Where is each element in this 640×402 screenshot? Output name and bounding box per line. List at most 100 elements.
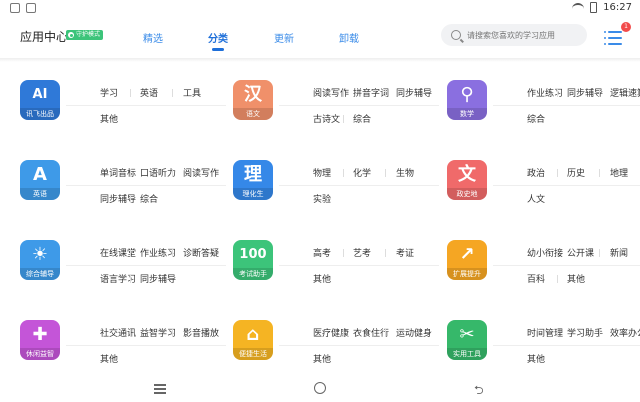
menu-line-icon — [154, 392, 166, 394]
tab-featured[interactable]: 精选 — [143, 30, 163, 45]
subcategory-link[interactable]: 地理 — [610, 166, 628, 179]
home-button[interactable] — [314, 382, 326, 394]
subcategory-link[interactable]: 其他 — [567, 272, 585, 285]
category-block: 文政史地 政治 历史 地理人文 — [447, 160, 640, 240]
list-menu-button[interactable]: 1 — [604, 22, 631, 46]
back-button[interactable]: ⮌ — [474, 381, 484, 402]
subcategory-row: 其他 — [279, 346, 439, 372]
category-glyph-icon: 100 — [239, 247, 267, 262]
subcategory-row: 百科 其他 — [493, 266, 640, 292]
subcategory-link[interactable]: 影音播放 — [183, 326, 219, 339]
subcategory-link[interactable]: 其他 — [313, 352, 331, 365]
search-box[interactable] — [441, 24, 587, 46]
subcategory-link[interactable]: 阅读写作 — [183, 166, 219, 179]
subcategory-divider — [385, 249, 386, 257]
category-label: 数学 — [447, 108, 487, 120]
category-icon[interactable]: 100 考试助手 — [233, 240, 273, 280]
subcategory-row: 人文 — [493, 186, 640, 212]
subcategory-row: 阅读写作 拼音字词 同步辅导 — [279, 80, 439, 106]
category-icon[interactable]: ✂ 实用工具 — [447, 320, 487, 360]
app-title: 应用中心 — [20, 30, 69, 44]
subcategory-link[interactable]: 政治 — [527, 166, 545, 179]
category-block: A 英语 单词音标 口语听力 阅读写作 同步辅导 综合 — [20, 160, 226, 240]
subcategory-link[interactable]: 其他 — [313, 272, 331, 285]
subcategory-link[interactable]: 考证 — [396, 246, 414, 259]
category-icon[interactable]: 汉语文 — [233, 80, 273, 120]
subcategory-link[interactable]: 运动健身 — [396, 326, 432, 339]
subcategory-link[interactable]: 新闻 — [610, 246, 628, 259]
subcategory-link[interactable]: 作业练习 — [140, 246, 176, 259]
subcategory-divider — [385, 329, 386, 337]
category-label: 扩展提升 — [447, 268, 487, 280]
subcategory-row: 其他 — [493, 346, 640, 372]
subcategory-list: 在线课堂 作业练习 诊断答疑 语言学习 同步辅导 — [66, 240, 226, 292]
search-input[interactable] — [467, 30, 587, 40]
category-icon[interactable]: ✚ 休闲益智 — [20, 320, 60, 360]
subcategory-link[interactable]: 生物 — [396, 166, 414, 179]
category-icon[interactable]: 文政史地 — [447, 160, 487, 200]
subcategory-link[interactable]: 英语 — [140, 86, 158, 99]
subcategory-link[interactable]: 学习助手 — [567, 326, 603, 339]
subcategory-row: 语言学习 同步辅导 — [66, 266, 226, 292]
category-icon[interactable]: ☀ 综合辅导 — [20, 240, 60, 280]
subcategory-link[interactable]: 其他 — [100, 352, 118, 365]
subcategory-link[interactable]: 效率办公 — [610, 326, 640, 339]
subcategory-divider — [557, 169, 558, 177]
subcategory-link[interactable]: 口语听力 — [140, 166, 176, 179]
category-icon[interactable]: AI 讯飞出品 — [20, 80, 60, 120]
category-block: ⚲ 数学作业练习同步辅导逻辑速算综合 — [447, 80, 640, 160]
subcategory-link[interactable]: 同步辅导 — [567, 86, 603, 99]
header-divider — [0, 58, 640, 62]
recent-apps-button[interactable] — [154, 383, 166, 394]
tab-updates[interactable]: 更新 — [274, 30, 294, 45]
subcategory-divider — [557, 89, 558, 97]
list-line-icon — [608, 43, 622, 45]
list-line-icon — [608, 31, 622, 33]
category-label: 实用工具 — [447, 348, 487, 360]
tab-categories[interactable]: 分类 — [208, 30, 228, 45]
subcategory-link[interactable]: 化学 — [353, 166, 371, 179]
subcategory-link[interactable]: 衣食住行 — [353, 326, 389, 339]
subcategory-link[interactable]: 逻辑速算 — [610, 86, 640, 99]
subcategory-link[interactable]: 其他 — [100, 112, 118, 125]
subcategory-link[interactable]: 古诗文 — [313, 112, 340, 125]
subcategory-link[interactable]: 综合 — [353, 112, 371, 125]
subcategory-row: 物理 化学 生物 — [279, 160, 439, 186]
subcategory-row: 其他 — [279, 266, 439, 292]
subcategory-link[interactable]: 历史 — [567, 166, 585, 179]
subcategory-row: 时间管理学习助手效率办公 — [493, 320, 640, 346]
subcategory-link[interactable]: 同步辅导 — [396, 86, 432, 99]
subcategory-link[interactable]: 实验 — [313, 192, 331, 205]
subcategory-link[interactable]: 物理 — [313, 166, 331, 179]
subcategory-link[interactable]: 高考 — [313, 246, 331, 259]
subcategory-link[interactable]: 工具 — [183, 86, 201, 99]
subcategory-link[interactable]: 综合 — [140, 192, 158, 205]
subcategory-link[interactable]: 艺考 — [353, 246, 371, 259]
category-icon[interactable]: A 英语 — [20, 160, 60, 200]
subcategory-link[interactable]: 诊断答疑 — [183, 246, 219, 259]
subcategory-link[interactable]: 人文 — [527, 192, 545, 205]
subcategory-divider — [130, 249, 131, 257]
category-icon[interactable]: ⌂ 便捷生活 — [233, 320, 273, 360]
subcategory-link[interactable]: 同步辅导 — [140, 272, 176, 285]
category-block: ☀ 综合辅导 在线课堂 作业练习 诊断答疑 语言学习 同步辅导 — [20, 240, 226, 320]
subcategory-link[interactable]: 综合 — [527, 112, 545, 125]
subcategory-link[interactable]: 其他 — [527, 352, 545, 365]
subcategory-link[interactable]: 益智学习 — [140, 326, 176, 339]
subcategory-link[interactable]: 公开课 — [567, 246, 594, 259]
category-label: 考试助手 — [233, 268, 273, 280]
category-icon[interactable]: ↗ 扩展提升 — [447, 240, 487, 280]
subcategory-link[interactable]: 百科 — [527, 272, 545, 285]
category-icon[interactable]: ⚲ 数学 — [447, 80, 487, 120]
subcategory-list: 医疗健康 衣食住行 运动健身 其他 — [279, 320, 439, 372]
category-label: 英语 — [20, 188, 60, 200]
category-icon[interactable]: 理理化生 — [233, 160, 273, 200]
guard-mode-badge[interactable]: 守护模式 — [66, 30, 104, 40]
subcategory-row: 高考 艺考 考证 — [279, 240, 439, 266]
subcategory-divider — [130, 169, 131, 177]
subcategory-link[interactable]: 拼音字词 — [353, 86, 389, 99]
subcategory-list: 阅读写作 拼音字词 同步辅导古诗文 综合 — [279, 80, 439, 132]
subcategory-divider — [557, 275, 558, 283]
subcategory-link[interactable]: 学习 — [100, 86, 118, 99]
tab-uninstall[interactable]: 卸载 — [339, 30, 359, 45]
